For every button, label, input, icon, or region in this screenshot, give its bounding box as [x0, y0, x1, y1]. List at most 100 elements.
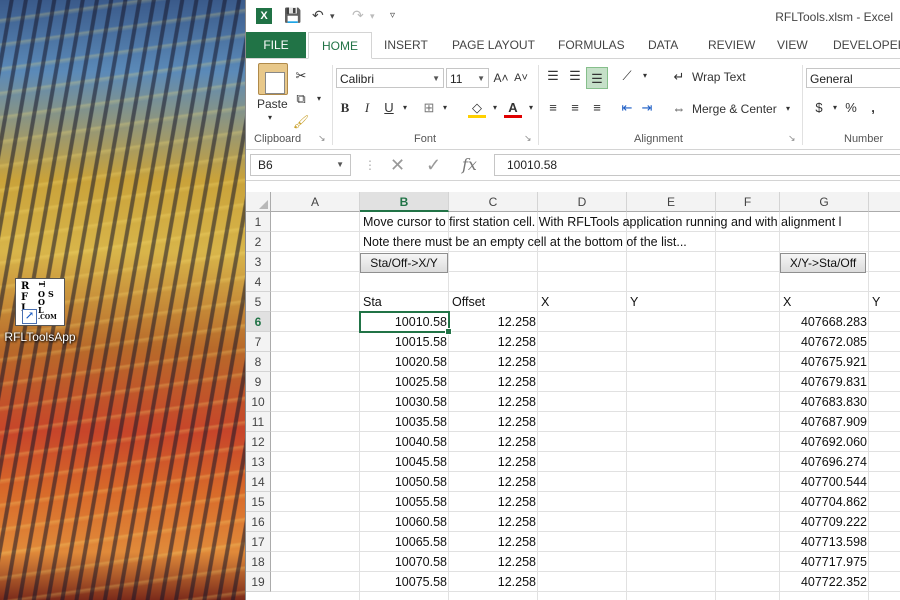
table-cell-offset[interactable]: 12.258	[449, 572, 538, 592]
bottom-align-icon[interactable]: ☰	[586, 67, 608, 89]
tab-file[interactable]: FILE	[246, 32, 306, 58]
table-cell-x[interactable]: 407675.921	[780, 352, 869, 372]
row-header[interactable]: 19	[246, 572, 271, 592]
column-header-c[interactable]: C	[449, 192, 538, 212]
middle-align-icon[interactable]: ☰	[566, 67, 584, 85]
table-cell-y[interactable]: 4	[873, 392, 900, 412]
table-cell-sta[interactable]: 10060.58	[360, 512, 449, 532]
table-cell-offset[interactable]: 12.258	[449, 352, 538, 372]
align-left-icon[interactable]: ≡	[544, 99, 562, 117]
table-cell-y[interactable]: 4	[873, 372, 900, 392]
row-header[interactable]: 16	[246, 512, 271, 532]
column-header-f[interactable]: F	[716, 192, 780, 212]
comma-style-icon[interactable]: ,	[864, 99, 882, 117]
row-header[interactable]: 18	[246, 552, 271, 572]
table-cell-offset[interactable]: 12.258	[449, 452, 538, 472]
table-cell-sta[interactable]: 10075.58	[360, 572, 449, 592]
table-cell-offset[interactable]: 12.258	[449, 432, 538, 452]
column-header-e[interactable]: E	[627, 192, 716, 212]
formula-bar-handle-icon[interactable]: ⋮	[364, 154, 376, 176]
font-launcher-icon[interactable]: ↘	[524, 133, 532, 144]
formula-input[interactable]: 10010.58	[494, 154, 900, 176]
table-cell-x[interactable]: 407713.598	[780, 532, 869, 552]
table-cell-y[interactable]: 4	[873, 412, 900, 432]
column-header-g[interactable]: G	[780, 192, 869, 212]
row-header[interactable]: 8	[246, 352, 271, 372]
table-cell-x[interactable]: 407722.352	[780, 572, 869, 592]
copy-icon[interactable]: ⧉	[292, 90, 310, 108]
active-cell-selection[interactable]	[359, 311, 452, 335]
row-header[interactable]: 2	[246, 232, 271, 252]
row-header[interactable]: 3	[246, 252, 271, 272]
xy-to-sta-off-button[interactable]: X/Y->Sta/Off	[780, 253, 866, 273]
table-cell-y[interactable]: 4	[873, 352, 900, 372]
paste-dropdown-icon[interactable]: ▾	[268, 113, 272, 122]
decrease-indent-icon[interactable]: ⇤	[618, 99, 636, 117]
rfltools-desktop-shortcut[interactable]: R F L T O O L S .COM ↗ RFLToolsApp	[4, 278, 76, 344]
row-header[interactable]: 17	[246, 532, 271, 552]
column-header-a[interactable]: A	[271, 192, 360, 212]
table-cell-x[interactable]: 407683.830	[780, 392, 869, 412]
table-cell-offset[interactable]: 12.258	[449, 532, 538, 552]
customize-qat-icon[interactable]: ▿	[390, 10, 395, 21]
table-cell-offset[interactable]: 12.258	[449, 492, 538, 512]
shrink-font-icon[interactable]: A˅	[512, 69, 530, 87]
table-cell-offset[interactable]: 12.258	[449, 552, 538, 572]
tab-insert[interactable]: INSERT	[384, 32, 428, 58]
redo-dropdown-icon[interactable]: ▾	[370, 11, 375, 22]
table-cell-x[interactable]: 407687.909	[780, 412, 869, 432]
paste-button[interactable]: Paste	[257, 97, 288, 111]
tab-home[interactable]: HOME	[308, 32, 372, 59]
table-cell-x[interactable]: 407700.544	[780, 472, 869, 492]
orientation-dropdown-icon[interactable]: ▾	[636, 67, 654, 85]
table-cell-y[interactable]: 4	[873, 532, 900, 552]
table-cell-x[interactable]: 407717.975	[780, 552, 869, 572]
table-cell-x[interactable]: 407668.283	[780, 312, 869, 332]
row-header[interactable]: 4	[246, 272, 271, 292]
increase-indent-icon[interactable]: ⇥	[638, 99, 656, 117]
underline-dropdown-icon[interactable]: ▾	[396, 99, 414, 117]
row-header[interactable]: 1	[246, 212, 271, 232]
table-cell-offset[interactable]: 12.258	[449, 472, 538, 492]
tab-data[interactable]: DATA	[648, 32, 678, 58]
tab-page-layout[interactable]: PAGE LAYOUT	[452, 32, 535, 58]
enter-icon[interactable]: ✓	[426, 154, 441, 176]
column-header-h[interactable]	[869, 192, 900, 212]
fill-dropdown-icon[interactable]: ▾	[486, 99, 504, 117]
merge-dropdown-icon[interactable]: ▾	[786, 104, 790, 113]
align-center-icon[interactable]: ≡	[566, 99, 584, 117]
clipboard-launcher-icon[interactable]: ↘	[318, 133, 326, 144]
redo-icon[interactable]: ↷	[352, 7, 364, 24]
merge-center-button[interactable]: Merge & Center	[692, 102, 777, 116]
table-cell-y[interactable]: 4	[873, 492, 900, 512]
sta-off-to-xy-button[interactable]: Sta/Off->X/Y	[360, 253, 448, 273]
cancel-icon[interactable]: ✕	[390, 154, 405, 176]
table-cell-sta[interactable]: 10070.58	[360, 552, 449, 572]
font-color-icon[interactable]: A	[504, 99, 522, 118]
tab-review[interactable]: REVIEW	[708, 32, 755, 58]
wrap-text-icon[interactable]: ↵	[670, 68, 688, 86]
top-align-icon[interactable]: ☰	[544, 67, 562, 85]
table-cell-sta[interactable]: 10035.58	[360, 412, 449, 432]
format-painter-icon[interactable]: 🖌	[292, 113, 310, 131]
table-cell-y[interactable]: 4	[873, 572, 900, 592]
table-cell-offset[interactable]: 12.258	[449, 412, 538, 432]
cut-icon[interactable]: ✂	[292, 67, 310, 85]
row-header[interactable]: 14	[246, 472, 271, 492]
table-cell-offset[interactable]: 12.258	[449, 312, 538, 332]
table-cell-sta[interactable]: 10055.58	[360, 492, 449, 512]
number-format-combo[interactable]: General	[806, 68, 900, 88]
table-cell-sta[interactable]: 10030.58	[360, 392, 449, 412]
table-cell-y[interactable]: 4	[873, 432, 900, 452]
table-cell-sta[interactable]: 10045.58	[360, 452, 449, 472]
table-cell-y[interactable]: 4	[873, 512, 900, 532]
table-cell-offset[interactable]: 12.258	[449, 332, 538, 352]
undo-dropdown-icon[interactable]: ▾	[330, 11, 335, 22]
tab-view[interactable]: VIEW	[777, 32, 808, 58]
table-cell-x[interactable]: 407709.222	[780, 512, 869, 532]
name-box[interactable]: B6 ▼	[250, 154, 351, 176]
italic-icon[interactable]: I	[358, 99, 376, 117]
column-header-d[interactable]: D	[538, 192, 627, 212]
excel-app-icon[interactable]: X	[256, 8, 272, 24]
table-cell-sta[interactable]: 10020.58	[360, 352, 449, 372]
